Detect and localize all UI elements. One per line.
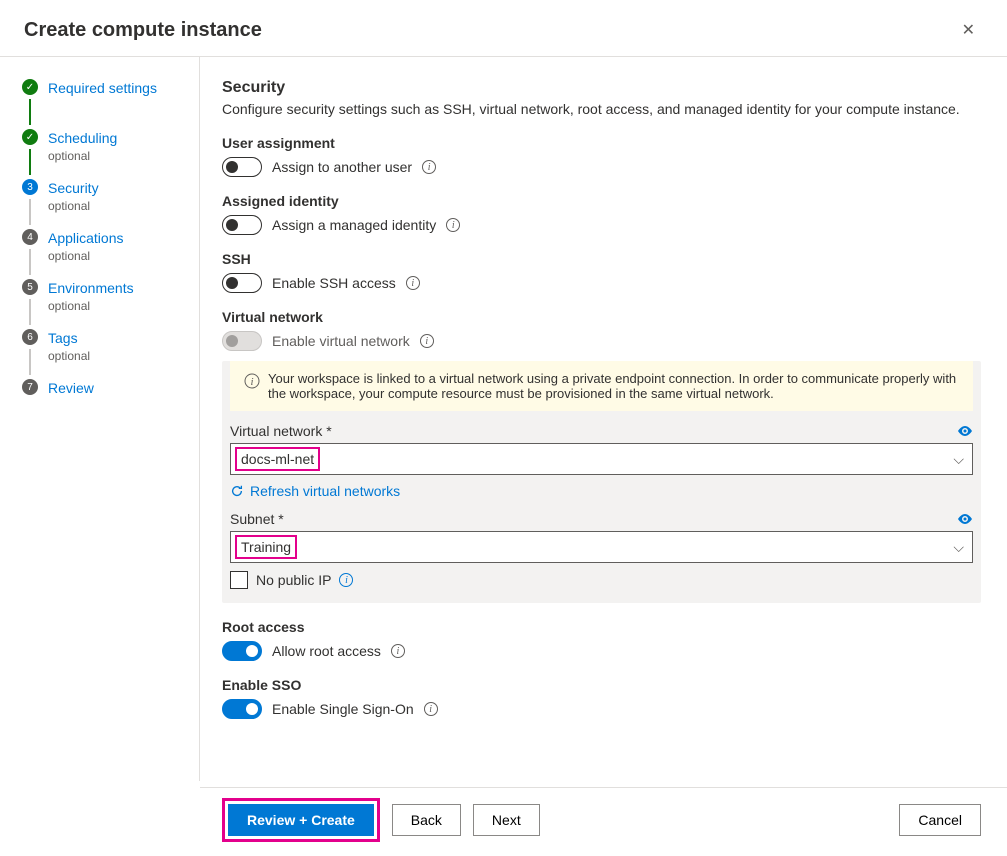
ssh-heading: SSH [222, 251, 981, 267]
subnet-dropdown[interactable]: Training ⌵ [230, 531, 973, 563]
cancel-button[interactable]: Cancel [899, 804, 981, 836]
vnet-field-label: Virtual network * [230, 423, 332, 439]
sso-toggle[interactable] [222, 699, 262, 719]
vnet-info-banner: i Your workspace is linked to a virtual … [230, 361, 973, 411]
step-number-icon: 7 [22, 379, 38, 395]
refresh-vnets-link[interactable]: Refresh virtual networks [230, 483, 973, 499]
vnet-toggle [222, 331, 262, 351]
step-label: Required settings [48, 79, 157, 97]
toggle-label: Assign to another user [272, 159, 412, 175]
user-assignment-heading: User assignment [222, 135, 981, 151]
main-content: Security Configure security settings suc… [200, 57, 1007, 781]
step-label: Scheduling [48, 129, 117, 147]
step-optional: optional [48, 197, 99, 215]
assigned-identity-heading: Assigned identity [222, 193, 981, 209]
info-icon[interactable]: i [406, 276, 420, 290]
refresh-icon [230, 484, 244, 498]
vnet-heading: Virtual network [222, 309, 981, 325]
step-scheduling[interactable]: ✓ Scheduling optional [22, 129, 199, 179]
vnet-panel: i Your workspace is linked to a virtual … [222, 361, 981, 603]
step-required-settings[interactable]: ✓ Required settings [22, 79, 199, 129]
section-description: Configure security settings such as SSH,… [222, 101, 981, 117]
step-optional: optional [48, 297, 134, 315]
info-icon[interactable]: i [446, 218, 460, 232]
info-icon: i [244, 373, 260, 389]
page-title: Create compute instance [24, 19, 262, 42]
step-label: Security [48, 179, 99, 197]
step-applications[interactable]: 4 Applications optional [22, 229, 199, 279]
highlight-box: Review + Create [222, 798, 380, 842]
footer-bar: Review + Create Back Next Cancel [200, 787, 1007, 856]
subnet-field-label: Subnet * [230, 511, 284, 527]
chevron-down-icon: ⌵ [953, 539, 964, 556]
step-environments[interactable]: 5 Environments optional [22, 279, 199, 329]
toggle-label: Enable Single Sign-On [272, 701, 414, 717]
info-icon[interactable]: i [424, 702, 438, 716]
sso-heading: Enable SSO [222, 677, 981, 693]
vnet-dropdown[interactable]: docs-ml-net ⌵ [230, 443, 973, 475]
step-number-icon: 3 [22, 179, 38, 195]
preview-icon[interactable] [957, 423, 973, 439]
toggle-label: Enable SSH access [272, 275, 396, 291]
vnet-value: docs-ml-net [241, 451, 314, 467]
section-title: Security [222, 79, 981, 97]
assign-user-toggle[interactable] [222, 157, 262, 177]
step-label: Environments [48, 279, 134, 297]
info-icon[interactable]: i [391, 644, 405, 658]
step-number-icon: 6 [22, 329, 38, 345]
banner-text: Your workspace is linked to a virtual ne… [268, 371, 959, 401]
back-button[interactable]: Back [392, 804, 461, 836]
check-icon: ✓ [22, 129, 38, 145]
step-label: Tags [48, 329, 90, 347]
review-create-button[interactable]: Review + Create [228, 804, 374, 836]
step-review[interactable]: 7 Review [22, 379, 199, 397]
assign-identity-toggle[interactable] [222, 215, 262, 235]
svg-text:i: i [250, 376, 253, 388]
toggle-label: Assign a managed identity [272, 217, 436, 233]
subnet-value: Training [241, 539, 291, 555]
close-icon[interactable]: ✕ [954, 16, 983, 44]
step-optional: optional [48, 147, 117, 165]
check-icon: ✓ [22, 79, 38, 95]
chevron-down-icon: ⌵ [953, 451, 964, 468]
toggle-label: Allow root access [272, 643, 381, 659]
ssh-toggle[interactable] [222, 273, 262, 293]
no-public-ip-checkbox[interactable] [230, 571, 248, 589]
info-icon[interactable]: i [422, 160, 436, 174]
info-icon[interactable]: i [339, 573, 353, 587]
next-button[interactable]: Next [473, 804, 540, 836]
root-heading: Root access [222, 619, 981, 635]
checkbox-label: No public IP [256, 572, 331, 588]
preview-icon[interactable] [957, 511, 973, 527]
step-label: Review [48, 379, 94, 397]
toggle-label: Enable virtual network [272, 333, 410, 349]
root-toggle[interactable] [222, 641, 262, 661]
step-number-icon: 4 [22, 229, 38, 245]
refresh-label: Refresh virtual networks [250, 483, 400, 499]
step-label: Applications [48, 229, 124, 247]
step-optional: optional [48, 247, 124, 265]
step-optional: optional [48, 347, 90, 365]
step-security[interactable]: 3 Security optional [22, 179, 199, 229]
wizard-steps: ✓ Required settings ✓ Scheduling optiona… [0, 57, 200, 781]
step-tags[interactable]: 6 Tags optional [22, 329, 199, 379]
info-icon[interactable]: i [420, 334, 434, 348]
step-number-icon: 5 [22, 279, 38, 295]
